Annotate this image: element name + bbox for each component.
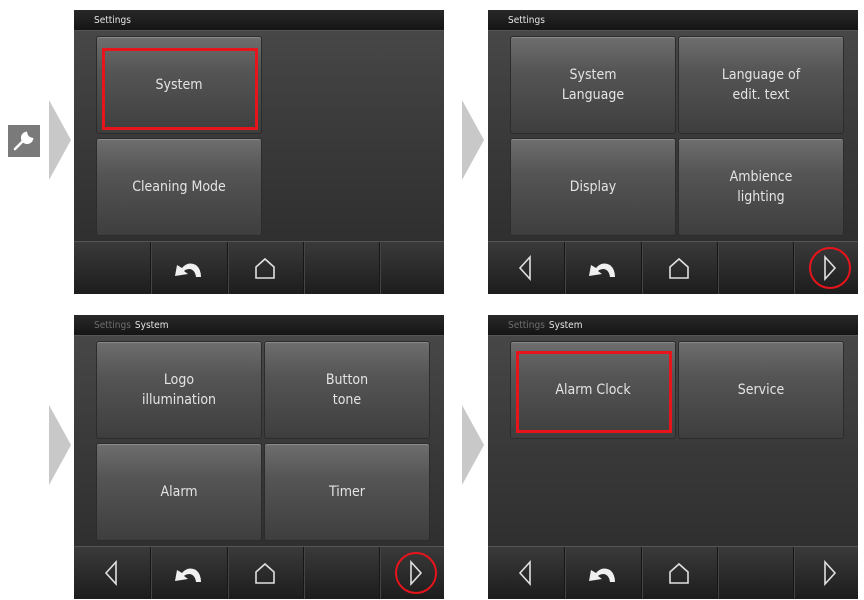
home-icon[interactable] (248, 253, 282, 283)
home-icon[interactable] (662, 253, 696, 283)
back-icon[interactable] (171, 253, 205, 283)
service-button[interactable]: Service (678, 341, 844, 439)
breadcrumb-active: System (548, 320, 583, 331)
home-icon[interactable] (248, 558, 282, 588)
nav-bar (74, 241, 444, 294)
back-icon[interactable] (585, 558, 619, 588)
language-edit-text-button[interactable]: Language of edit. text (678, 36, 844, 134)
alarm-button[interactable]: Alarm (96, 443, 262, 541)
breadcrumb: Settings System (488, 315, 858, 336)
nav-bar (488, 546, 858, 599)
arrow-right-icon (49, 405, 71, 485)
system-screen-1: Settings System Logo illumination Button … (74, 315, 444, 599)
breadcrumb-active: Settings (94, 15, 131, 26)
settings-screen-1: Settings System Cleaning Mode (74, 10, 444, 294)
ambience-lighting-button[interactable]: Ambience lighting (678, 138, 844, 236)
prev-page-icon[interactable] (94, 558, 128, 588)
system-screen-2: Settings System Alarm Clock Service (488, 315, 858, 599)
breadcrumb-parent[interactable]: Settings (94, 320, 131, 331)
prev-page-icon[interactable] (508, 253, 542, 283)
logo-illumination-button[interactable]: Logo illumination (96, 341, 262, 439)
breadcrumb: Settings (74, 10, 444, 31)
next-page-icon[interactable] (813, 558, 847, 588)
timer-button[interactable]: Timer (264, 443, 430, 541)
breadcrumb: Settings System (74, 315, 444, 336)
prev-page-icon[interactable] (508, 558, 542, 588)
wrench-icon[interactable] (8, 125, 40, 157)
breadcrumb-active: Settings (508, 15, 545, 26)
back-icon[interactable] (171, 558, 205, 588)
back-icon[interactable] (585, 253, 619, 283)
display-button[interactable]: Display (510, 138, 676, 236)
arrow-right-icon (49, 100, 71, 180)
button-tone-button[interactable]: Button tone (264, 341, 430, 439)
home-icon[interactable] (662, 558, 696, 588)
nav-bar (488, 241, 858, 294)
nav-bar (74, 546, 444, 599)
settings-screen-2: Settings System Language Language of edi… (488, 10, 858, 294)
breadcrumb-parent[interactable]: Settings (508, 320, 545, 331)
selection-highlight (516, 351, 672, 433)
breadcrumb-active: System (134, 320, 169, 331)
next-page-highlight (395, 552, 437, 594)
breadcrumb: Settings (488, 10, 858, 31)
system-language-button[interactable]: System Language (510, 36, 676, 134)
arrow-right-icon (462, 405, 484, 485)
cleaning-mode-button[interactable]: Cleaning Mode (96, 138, 262, 236)
next-page-highlight (809, 247, 851, 289)
arrow-right-icon (462, 100, 484, 180)
selection-highlight (102, 48, 258, 130)
